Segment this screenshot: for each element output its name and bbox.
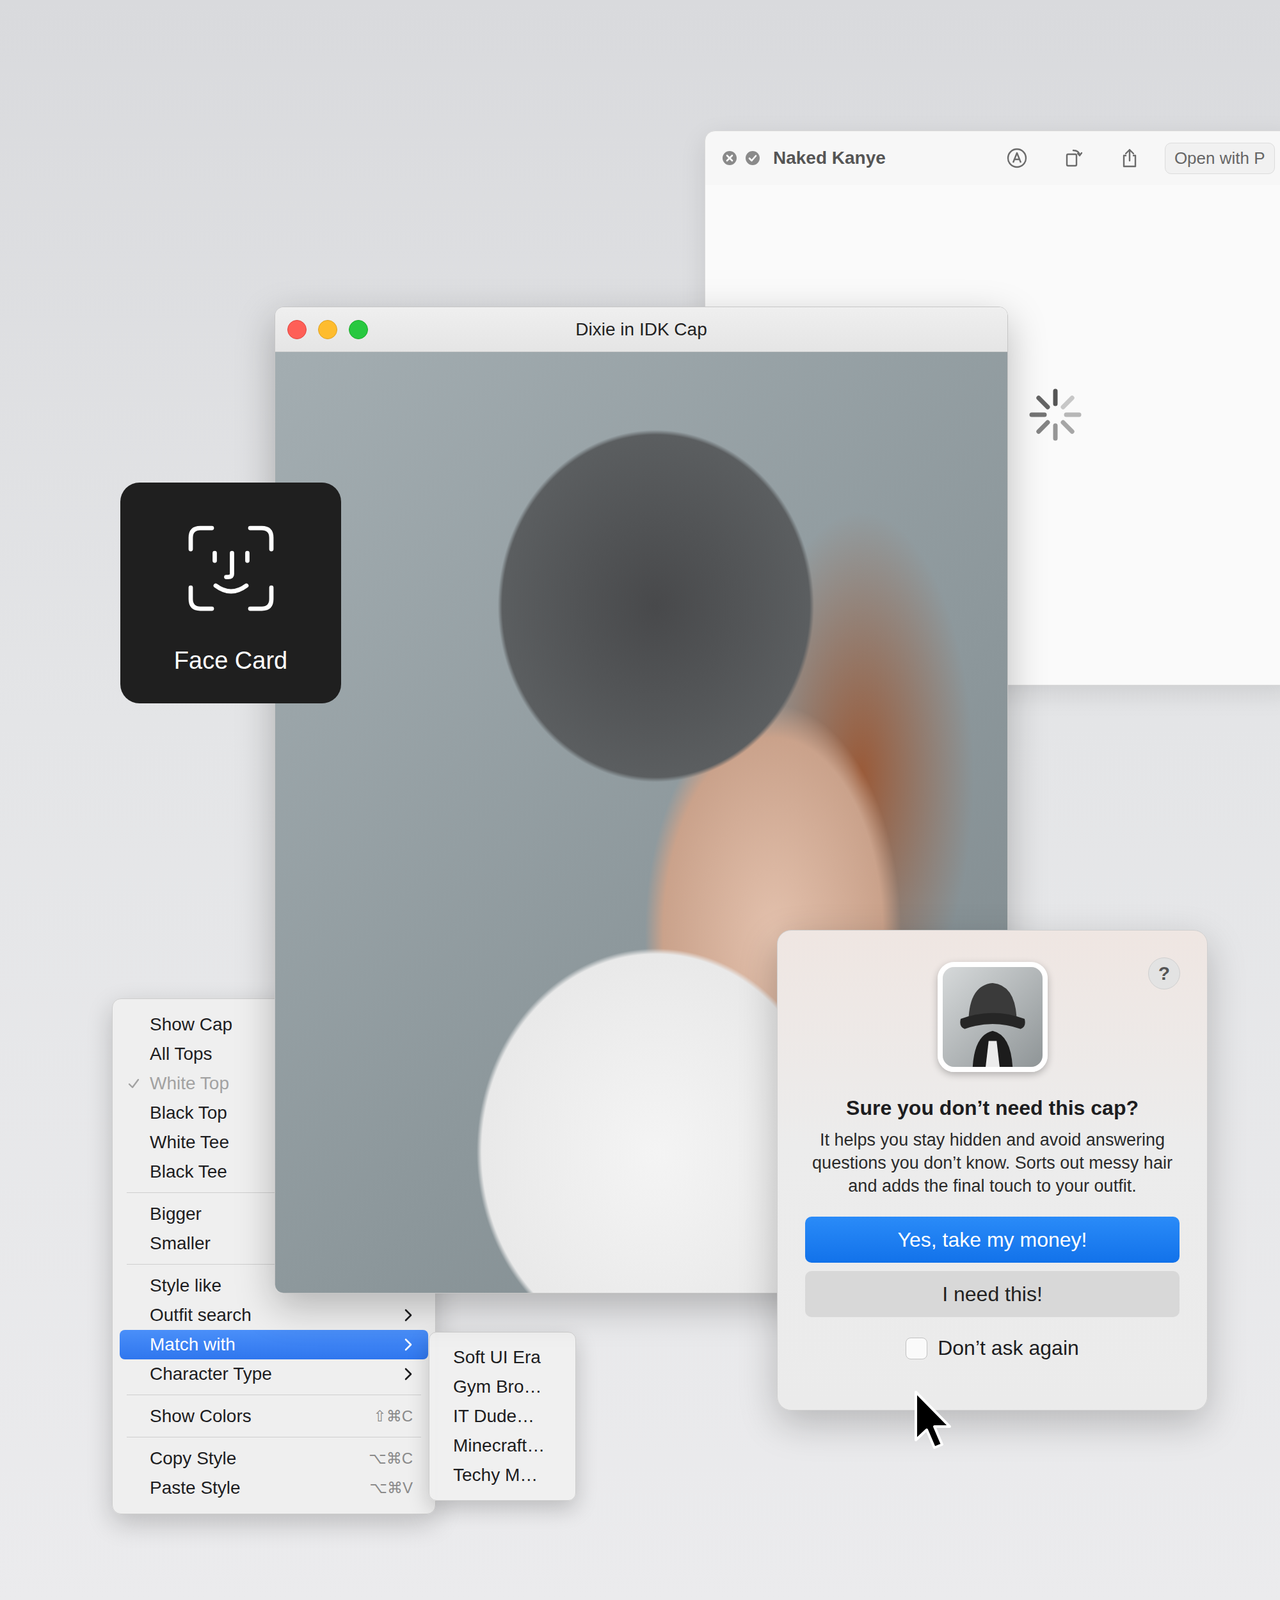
dialog-title: Sure you don’t need this cap? xyxy=(846,1095,1139,1121)
menu-item[interactable]: Paste Style ⌥⌘V xyxy=(119,1473,429,1503)
menu-shortcut: ⌥⌘C xyxy=(368,1449,413,1468)
menu-item[interactable]: Show Colors ⇧⌘C xyxy=(119,1401,429,1432)
menu-shortcut: ⌥⌘V xyxy=(369,1479,413,1497)
toolbar-icons xyxy=(1006,147,1141,169)
dialog-buttons: Yes, take my money! I need this! xyxy=(805,1216,1180,1318)
submenu-item[interactable]: Minecraft… xyxy=(429,1431,576,1461)
checkbox[interactable] xyxy=(905,1337,928,1360)
dont-ask-checkbox-row[interactable]: Don’t ask again xyxy=(905,1336,1080,1360)
menu-separator xyxy=(126,1436,422,1438)
window-title: Dixie in IDK Cap xyxy=(575,319,707,340)
menu-item-label: Character Type xyxy=(149,1363,404,1385)
dialog-message: It helps you stay hidden and avoid answe… xyxy=(805,1128,1180,1198)
loading-spinner-icon xyxy=(1026,385,1085,444)
secondary-button[interactable]: I need this! xyxy=(805,1271,1180,1318)
face-card-hud: Face Card xyxy=(120,482,342,704)
menu-shortcut: ⇧⌘C xyxy=(373,1407,413,1426)
checkbox-label: Don’t ask again xyxy=(937,1336,1080,1360)
menu-separator xyxy=(126,1394,422,1396)
zoom-button[interactable] xyxy=(348,320,368,340)
mouse-pointer-icon xyxy=(912,1388,954,1453)
menu-item-label: Match with xyxy=(149,1334,404,1355)
window-title: Naked Kanye xyxy=(773,147,886,169)
share-icon[interactable] xyxy=(1118,147,1141,169)
app-icon xyxy=(937,961,1048,1072)
chevron-right-icon xyxy=(403,1337,413,1352)
face-id-icon xyxy=(183,520,280,617)
check-icon[interactable] xyxy=(744,150,761,166)
submenu-item[interactable]: Soft UI Era xyxy=(429,1342,576,1373)
cap-photo-icon xyxy=(942,967,1043,1067)
close-button[interactable] xyxy=(287,320,307,340)
menu-item[interactable]: Copy Style ⌥⌘C xyxy=(119,1443,429,1474)
menu-item-label: Paste Style xyxy=(149,1477,370,1499)
menu-item[interactable]: Character Type xyxy=(119,1359,429,1389)
preview-toolbar: Naked Kanye Open with P xyxy=(705,131,1280,185)
menu-item-label: Copy Style xyxy=(149,1448,369,1469)
submenu-item[interactable]: Techy M… xyxy=(429,1460,576,1490)
hud-label: Face Card xyxy=(174,647,288,675)
traffic-lights xyxy=(287,320,368,340)
help-button[interactable]: ? xyxy=(1148,957,1181,990)
submenu: Soft UI EraGym Bro…IT Dude…Minecraft…Tec… xyxy=(428,1331,576,1501)
checkmark-icon xyxy=(127,1077,141,1090)
title-bar: Dixie in IDK Cap xyxy=(275,307,1008,352)
chevron-right-icon xyxy=(403,1308,413,1323)
chevron-right-icon xyxy=(403,1367,413,1382)
confirm-button[interactable]: Yes, take my money! xyxy=(805,1216,1180,1263)
open-with-button[interactable]: Open with P xyxy=(1164,142,1275,175)
minimize-button[interactable] xyxy=(318,320,338,340)
menu-item-label: Show Colors xyxy=(149,1406,374,1427)
alert-dialog: ? Sure you don’t need this cap? It helps… xyxy=(776,929,1208,1411)
submenu-item[interactable]: IT Dude… xyxy=(429,1401,576,1432)
submenu-item[interactable]: Gym Bro… xyxy=(429,1372,576,1402)
markup-icon[interactable] xyxy=(1006,147,1028,169)
rotate-icon[interactable] xyxy=(1062,147,1085,169)
desktop: Naked Kanye Open with P Show Cap All Top… xyxy=(0,0,1280,1600)
close-icon[interactable] xyxy=(721,150,738,166)
menu-item[interactable]: Match with xyxy=(119,1329,429,1360)
menu-item[interactable]: Outfit search xyxy=(119,1300,429,1330)
menu-item-label: Outfit search xyxy=(149,1304,404,1326)
